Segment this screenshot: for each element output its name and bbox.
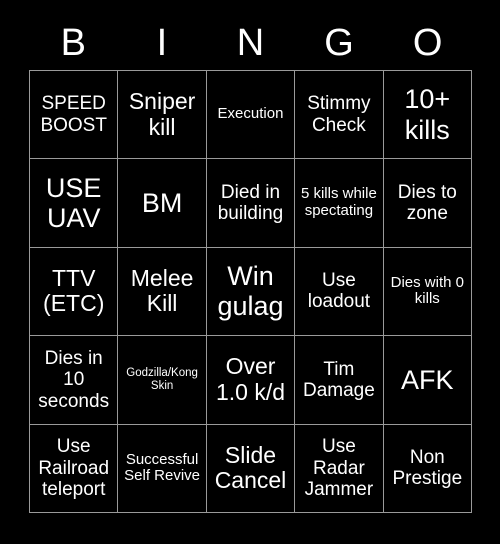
bingo-cell-b2[interactable]: USE UAV	[30, 159, 118, 247]
bingo-cell-label: 10+ kills	[404, 84, 451, 145]
bingo-cell-label: Non Prestige	[392, 447, 463, 490]
bingo-cell-label: Melee Kill	[130, 264, 194, 317]
bingo-cell-label: Dies with 0 kills	[390, 273, 464, 308]
bingo-cell-label: Win gulag	[217, 261, 284, 322]
bingo-cell-label: Successful Self Revive	[124, 450, 201, 485]
bingo-cell-n1[interactable]: Execution	[206, 71, 295, 159]
bingo-cell-b3[interactable]: TTV (ETC)	[30, 247, 118, 336]
bingo-cell-g2[interactable]: 5 kills while spectating	[295, 159, 383, 247]
bingo-card: B I N G O SPEED BOOST Sniper kill Execut…	[0, 0, 500, 544]
bingo-cell-n5[interactable]: Slide Cancel	[206, 424, 295, 512]
bingo-cell-i2[interactable]: BM	[118, 159, 206, 247]
bingo-header-letter-g: G	[324, 22, 354, 64]
bingo-cell-label: Dies to zone	[397, 181, 457, 225]
bingo-cell-n4[interactable]: Over 1.0 k/d	[206, 336, 295, 424]
bingo-cell-i5[interactable]: Successful Self Revive	[118, 424, 206, 512]
bingo-cell-o1[interactable]: 10+ kills	[383, 71, 471, 159]
bingo-cell-label: Tim Damage	[302, 358, 375, 401]
bingo-cell-g3[interactable]: Use loadout	[295, 247, 383, 336]
bingo-cell-label: SPEED BOOST	[40, 93, 107, 136]
bingo-cell-label: USE UAV	[45, 172, 102, 234]
bingo-cell-i3[interactable]: Melee Kill	[118, 247, 206, 336]
bingo-cell-label: Execution	[217, 105, 284, 123]
bingo-cell-label: Use Radar Jammer	[304, 436, 374, 500]
bingo-cell-label: 5 kills while spectating	[300, 185, 377, 220]
bingo-cell-label: AFK	[401, 364, 454, 395]
bingo-cell-label: BM	[141, 187, 183, 218]
bingo-cell-b5[interactable]: Use Railroad teleport	[30, 424, 118, 512]
bingo-cell-o3[interactable]: Dies with 0 kills	[383, 247, 471, 336]
bingo-cell-b4[interactable]: Dies in 10 seconds	[30, 336, 118, 424]
bingo-grid: SPEED BOOST Sniper kill Execution Stimmy…	[29, 70, 472, 513]
bingo-cell-label: Use loadout	[307, 270, 371, 313]
bingo-cell-g4[interactable]: Tim Damage	[295, 336, 383, 424]
bingo-cell-label: Dies in 10 seconds	[38, 347, 110, 412]
bingo-cell-g1[interactable]: Stimmy Check	[295, 71, 383, 159]
bingo-cell-g5[interactable]: Use Radar Jammer	[295, 424, 383, 512]
bingo-cell-label: Use Railroad teleport	[38, 436, 110, 500]
bingo-cell-o4[interactable]: AFK	[383, 336, 471, 424]
bingo-header-letter-b: B	[60, 22, 86, 64]
bingo-cell-i4[interactable]: Godzilla/Kong Skin	[118, 336, 206, 424]
bingo-header-letter-n: N	[236, 22, 265, 64]
bingo-header-letter-i: I	[156, 22, 168, 64]
bingo-cell-o5[interactable]: Non Prestige	[383, 424, 471, 512]
bingo-cell-label: Sniper kill	[128, 87, 196, 140]
bingo-cell-label: TTV (ETC)	[43, 264, 105, 317]
bingo-cell-b1[interactable]: SPEED BOOST	[30, 71, 118, 159]
bingo-cell-label: Stimmy Check	[307, 93, 371, 136]
bingo-cell-n3[interactable]: Win gulag	[206, 247, 295, 336]
bingo-header-letter-o: O	[412, 22, 443, 64]
bingo-header-row: B I N G O	[29, 16, 472, 70]
bingo-cell-label: Slide Cancel	[214, 441, 287, 494]
bingo-cell-label: Over 1.0 k/d	[215, 353, 286, 405]
bingo-cell-label: Died in building	[217, 181, 284, 225]
bingo-cell-o2[interactable]: Dies to zone	[383, 159, 471, 247]
bingo-cell-i1[interactable]: Sniper kill	[118, 71, 206, 159]
bingo-cell-n2[interactable]: Died in building	[206, 159, 295, 247]
bingo-cell-label: Godzilla/Kong Skin	[126, 367, 198, 392]
